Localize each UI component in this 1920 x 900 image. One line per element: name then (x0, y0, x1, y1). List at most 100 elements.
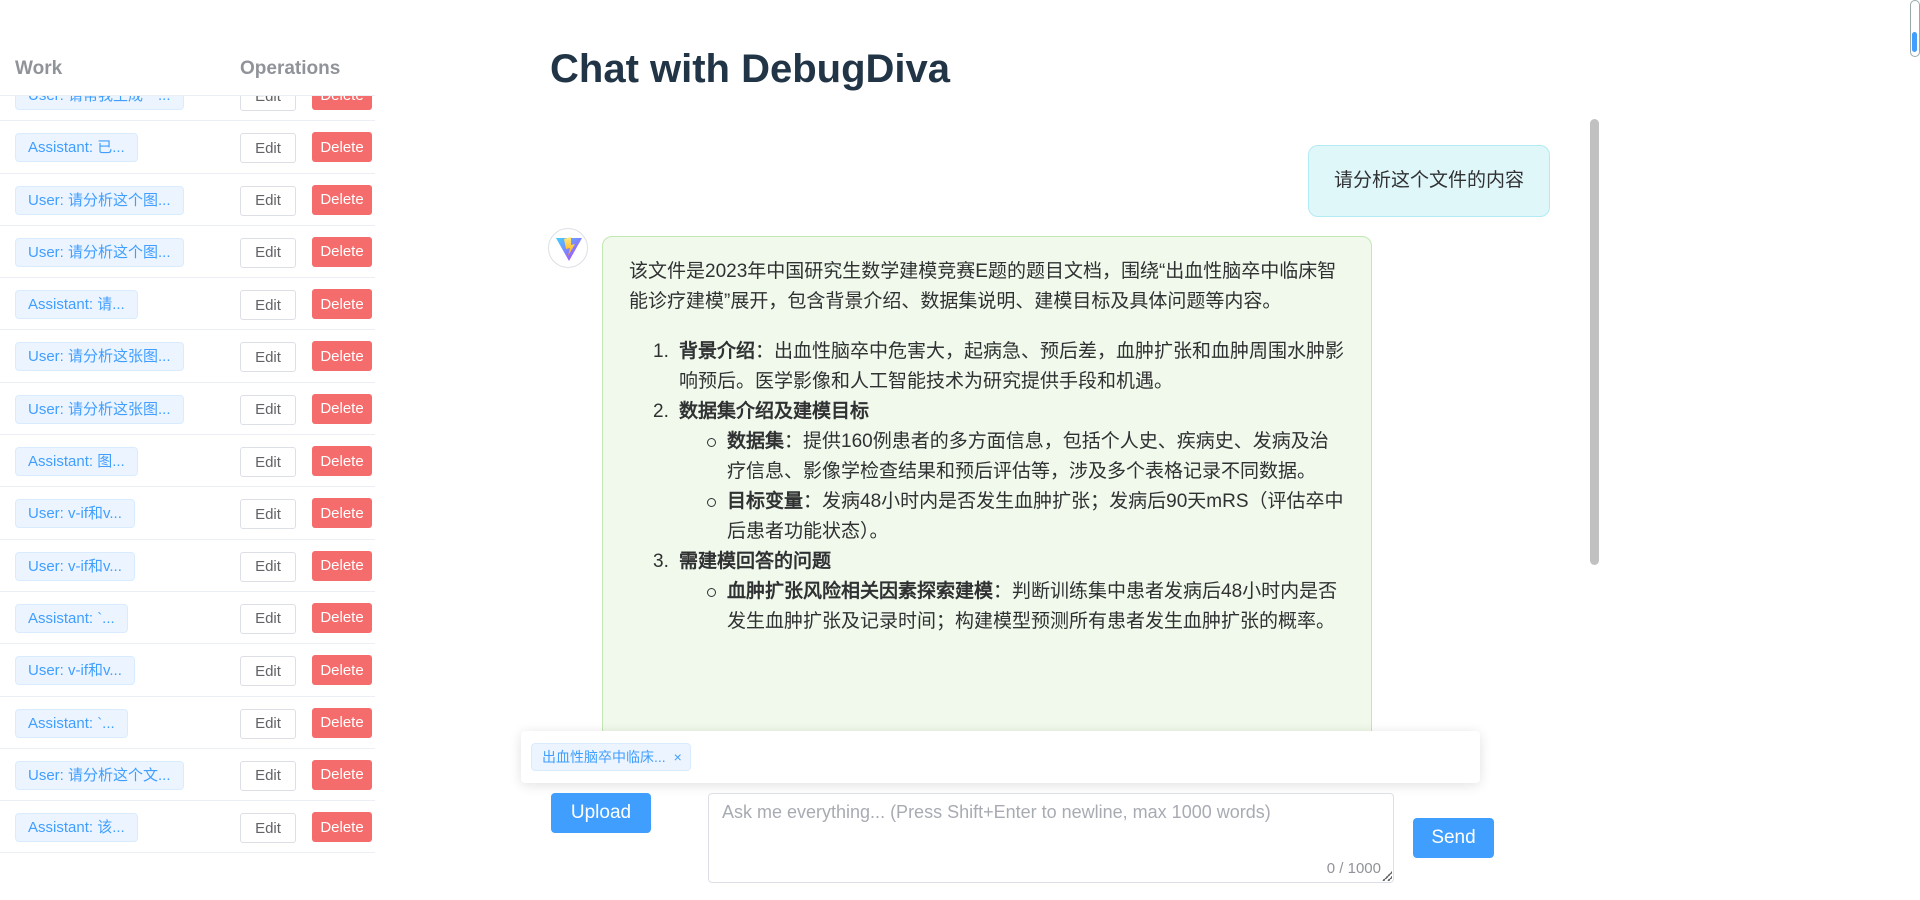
history-entry-tag[interactable]: User: 请分析这张图... (15, 394, 184, 424)
list-item-dataset: 2. 数据集介绍及建模目标 数据集：提供160例患者的多方面信息，包括个人史、疾… (653, 397, 1347, 547)
history-list[interactable]: User: 请帮我生成一...EditDeleteAssistant: 已...… (0, 69, 375, 858)
delete-button[interactable]: Delete (312, 132, 372, 163)
dataset-bullet-list: 数据集：提供160例患者的多方面信息，包括个人史、疾病史、发病及治疗信息、影像学… (679, 427, 1347, 547)
edit-button[interactable]: Edit (240, 290, 296, 321)
table-row: User: v-if和v... Edit Delete (0, 487, 375, 540)
assistant-message-bubble: 该文件是2023年中国研究生数学建模竞赛E题的题目文档，围绕“出血性脑卒中临床智… (602, 236, 1372, 732)
delete-button[interactable]: Delete (312, 446, 372, 477)
history-entry-tag[interactable]: User: v-if和v... (15, 656, 135, 686)
bullet-title-hematoma-risk: 血肿扩张风险相关因素探索建模 (727, 581, 994, 602)
column-header-operations: Operations (240, 58, 341, 79)
edit-button[interactable]: Edit (240, 185, 296, 216)
edit-button[interactable]: Edit (240, 603, 296, 634)
window-scrollbar-thumb[interactable] (1912, 32, 1917, 52)
section-title-dataset: 数据集介绍及建模目标 (679, 401, 870, 422)
table-row: User: 请分析这张图... Edit Delete (0, 330, 375, 383)
edit-button[interactable]: Edit (240, 708, 296, 739)
attachment-strip: 出血性脑卒中临床... × (521, 731, 1480, 783)
edit-button[interactable]: Edit (240, 237, 296, 268)
history-entry-tag[interactable]: Assistant: 已... (15, 133, 138, 163)
table-row: User: v-if和v... Edit Delete (0, 644, 375, 697)
delete-button[interactable]: Delete (312, 393, 372, 424)
bullet-dataset: 数据集：提供160例患者的多方面信息，包括个人史、疾病史、发病及治疗信息、影像学… (707, 427, 1347, 487)
history-entry-tag[interactable]: Assistant: `... (15, 603, 128, 633)
history-panel: User: 请帮我生成一...EditDeleteAssistant: 已...… (0, 0, 375, 900)
send-button[interactable]: Send (1413, 818, 1494, 858)
table-row: Assistant: `... Edit Delete (0, 592, 375, 645)
edit-button[interactable]: Edit (240, 656, 296, 687)
delete-button[interactable]: Delete (312, 184, 372, 215)
table-row: User: 请分析这个图... Edit Delete (0, 174, 375, 226)
delete-button[interactable]: Delete (312, 602, 372, 633)
delete-button[interactable]: Delete (312, 655, 372, 686)
vite-logo-icon (556, 237, 582, 261)
delete-button[interactable]: Delete (312, 707, 372, 738)
edit-button[interactable]: Edit (240, 394, 296, 425)
table-row: Assistant: 已... Edit Delete (0, 121, 375, 174)
bullet-target-variable: 目标变量：发病48小时内是否发生血肿扩张；发病后90天mRS（评估卒中后患者功能… (707, 487, 1347, 547)
edit-button[interactable]: Edit (240, 499, 296, 530)
questions-bullet-list: 血肿扩张风险相关因素探索建模：判断训练集中患者发病后48小时内是否发生血肿扩张及… (679, 577, 1347, 637)
table-row: Assistant: 该... Edit Delete (0, 801, 375, 854)
close-icon[interactable]: × (674, 749, 682, 765)
bullet-title-target-variable: 目标变量 (727, 491, 804, 512)
delete-button[interactable]: Delete (312, 289, 372, 320)
assistant-intro-text: 该文件是2023年中国研究生数学建模竞赛E题的题目文档，围绕“出血性脑卒中临床智… (629, 261, 1337, 312)
table-row: User: 请分析这个图... Edit Delete (0, 226, 375, 279)
delete-button[interactable]: Delete (312, 498, 372, 529)
history-entry-tag[interactable]: Assistant: 该... (15, 813, 138, 843)
edit-button[interactable]: Edit (240, 342, 296, 373)
message-input-wrapper: 0 / 1000 (708, 793, 1394, 883)
edit-button[interactable]: Edit (240, 551, 296, 582)
delete-button[interactable]: Delete (312, 236, 372, 267)
edit-button[interactable]: Edit (240, 133, 296, 164)
history-entry-tag[interactable]: User: 请分析这个文... (15, 760, 184, 790)
delete-button[interactable]: Delete (312, 341, 372, 372)
table-row: Assistant: 请... Edit Delete (0, 278, 375, 331)
table-row: User: v-if和v... Edit Delete (0, 540, 375, 592)
history-entry-tag[interactable]: User: 请分析这个图... (15, 237, 184, 267)
word-counter: 0 / 1000 (1326, 860, 1381, 877)
list-item-background: 1. 背景介绍：出血性脑卒中危害大，起病急、预后差，血肿扩张和血肿周围水肿影响预… (653, 337, 1347, 397)
history-entry-tag[interactable]: User: v-if和v... (15, 551, 135, 581)
history-entry-tag[interactable]: User: 请分析这个图... (15, 185, 184, 215)
section-text-background: ：出血性脑卒中危害大，起病急、预后差，血肿扩张和血肿周围水肿影响预后。医学影像和… (679, 341, 1345, 392)
list-number: 2. (653, 401, 669, 422)
bullet-hematoma-risk: 血肿扩张风险相关因素探索建模：判断训练集中患者发病后48小时内是否发生血肿扩张及… (707, 577, 1347, 637)
history-entry-tag[interactable]: Assistant: `... (15, 708, 128, 738)
bullet-text-dataset: ：提供160例患者的多方面信息，包括个人史、疾病史、发病及治疗信息、影像学检查结… (727, 431, 1329, 482)
delete-button[interactable]: Delete (312, 812, 372, 843)
message-list[interactable]: 请分析这个文件的内容 该文件是2023年中国研究生数学建模竞赛E题的题目文档，围… (540, 120, 1590, 732)
attached-file-chip[interactable]: 出血性脑卒中临床... × (531, 743, 691, 771)
table-row: Assistant: `... Edit Delete (0, 697, 375, 749)
section-title-questions: 需建模回答的问题 (679, 551, 832, 572)
delete-button[interactable]: Delete (312, 759, 372, 790)
history-entry-tag[interactable]: Assistant: 图... (15, 447, 138, 477)
assistant-ordered-list: 1. 背景介绍：出血性脑卒中危害大，起病急、预后差，血肿扩张和血肿周围水肿影响预… (629, 337, 1347, 637)
section-title-background: 背景介绍 (679, 341, 756, 362)
page-title: Chat with DebugDiva (550, 47, 951, 91)
edit-button[interactable]: Edit (240, 760, 296, 791)
history-entry-tag[interactable]: User: 请分析这张图... (15, 342, 184, 372)
list-number: 3. (653, 551, 669, 572)
edit-button[interactable]: Edit (240, 813, 296, 844)
bullet-text-target-variable: ：发病48小时内是否发生血肿扩张；发病后90天mRS（评估卒中后患者功能状态）。 (727, 491, 1344, 542)
user-message-bubble: 请分析这个文件的内容 (1307, 145, 1550, 217)
bullet-title-dataset: 数据集 (727, 431, 785, 452)
resize-handle-icon[interactable] (1382, 871, 1392, 881)
upload-button[interactable]: Upload (551, 793, 651, 833)
column-header-work: Work (15, 58, 63, 79)
edit-button[interactable]: Edit (240, 447, 296, 478)
list-number: 1. (653, 341, 669, 362)
table-row: User: 请分析这张图... Edit Delete (0, 383, 375, 436)
table-row: Assistant: 图... Edit Delete (0, 435, 375, 488)
history-entry-tag[interactable]: User: v-if和v... (15, 499, 135, 529)
delete-button[interactable]: Delete (312, 550, 372, 581)
assistant-avatar (548, 228, 588, 268)
message-list-scrollbar[interactable] (1590, 119, 1599, 565)
message-input[interactable] (709, 794, 1393, 882)
list-item-questions: 3. 需建模回答的问题 血肿扩张风险相关因素探索建模：判断训练集中患者发病后48… (653, 547, 1347, 637)
attached-file-name: 出血性脑卒中临床... (542, 749, 666, 765)
table-row: User: 请分析这个文... Edit Delete (0, 749, 375, 802)
history-entry-tag[interactable]: Assistant: 请... (15, 290, 138, 320)
